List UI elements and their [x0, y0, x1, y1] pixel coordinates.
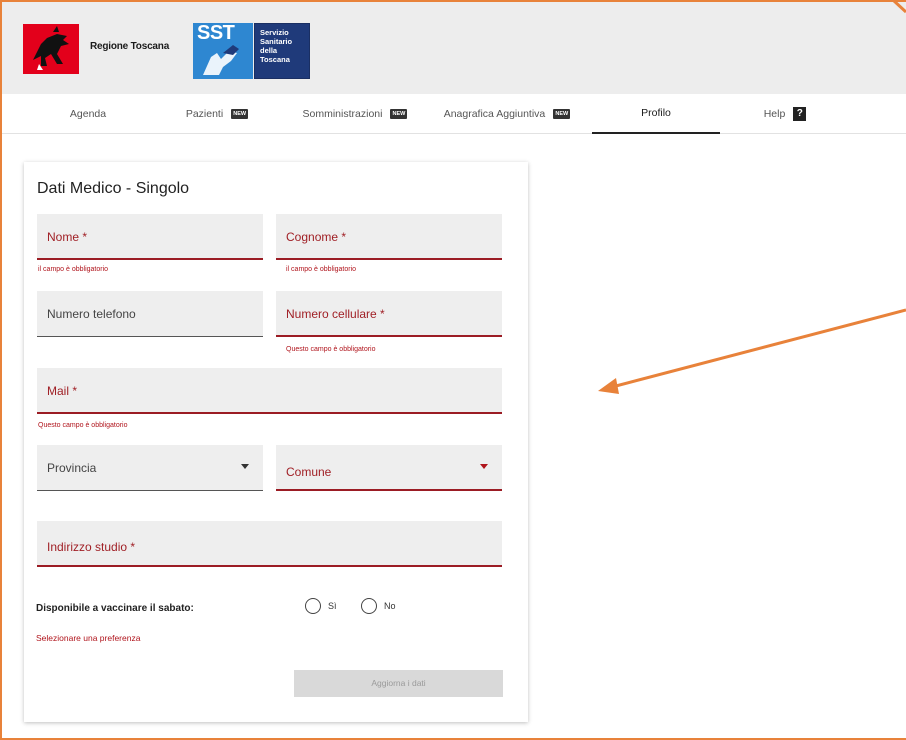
- annotation-arrow: [598, 0, 906, 394]
